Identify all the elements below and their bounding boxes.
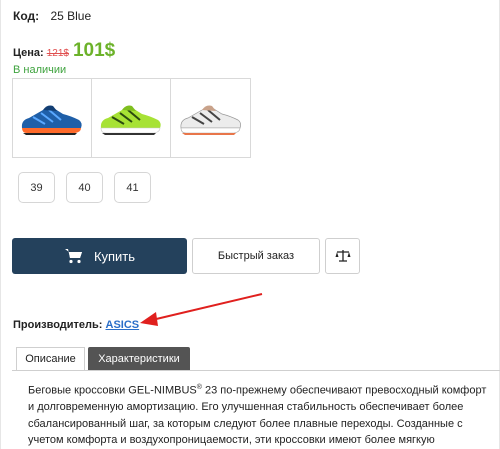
buy-button[interactable]: Купить <box>12 238 187 274</box>
blue-running-shoe-icon <box>21 105 82 135</box>
size-option[interactable]: 40 <box>66 172 103 203</box>
product-code-label: Код: <box>13 9 40 23</box>
product-tabs: Описание Характеристики <box>16 347 190 371</box>
thumbnail-white-shoe[interactable] <box>171 79 250 157</box>
compare-button[interactable] <box>325 238 360 274</box>
price-label: Цена: <box>13 47 44 59</box>
quick-order-button[interactable]: Быстрый заказ <box>192 238 320 274</box>
page-left-border <box>0 0 1 449</box>
quick-order-label: Быстрый заказ <box>217 250 295 262</box>
lime-running-shoe-icon <box>100 105 161 135</box>
size-option[interactable]: 39 <box>18 172 55 203</box>
product-description: Беговые кроссовки GEL-NIMBUS® 23 по-преж… <box>28 380 488 449</box>
size-option[interactable]: 41 <box>114 172 151 203</box>
stock-status: В наличии <box>13 64 67 76</box>
tab-description[interactable]: Описание <box>16 347 85 371</box>
tabs-divider <box>12 370 500 371</box>
product-code: Код: 25 Blue <box>13 9 91 23</box>
thumbnail-lime-shoe[interactable] <box>92 79 171 157</box>
manufacturer-label: Производитель: <box>13 319 103 331</box>
tab-specifications[interactable]: Характеристики <box>88 347 190 371</box>
old-price: 121$ <box>46 48 69 59</box>
product-code-value: 25 Blue <box>50 9 92 23</box>
cart-icon <box>64 249 82 264</box>
current-price: 101$ <box>72 40 116 61</box>
buy-button-label: Купить <box>93 248 136 264</box>
manufacturer-link[interactable]: ASICS <box>106 319 140 331</box>
white-running-shoe-icon <box>180 105 241 135</box>
scales-icon <box>335 250 350 262</box>
thumbnail-blue-shoe[interactable] <box>13 79 92 157</box>
price-block: Цена: 121$ 101$ <box>13 40 115 64</box>
size-selector: 39 40 41 <box>18 172 162 203</box>
manufacturer: Производитель: ASICS <box>13 319 139 331</box>
description-text-part1: Беговые кроссовки GEL-NIMBUS <box>28 384 197 397</box>
product-thumbnails <box>12 78 251 158</box>
